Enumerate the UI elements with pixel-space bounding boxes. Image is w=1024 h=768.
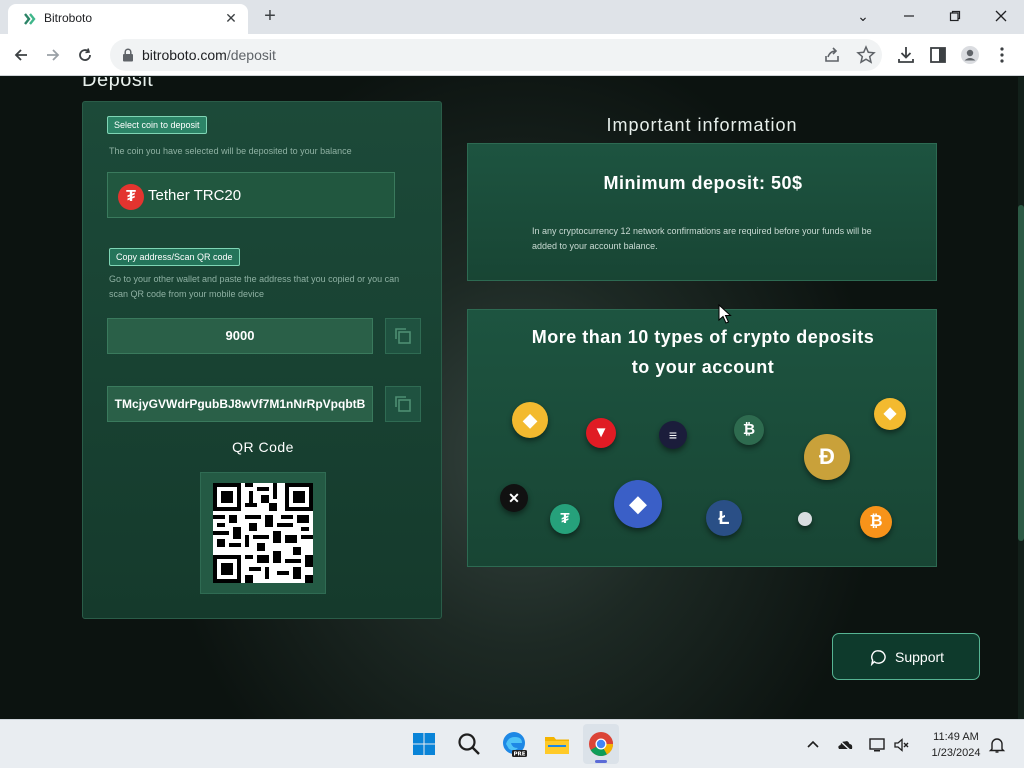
clock-time: 11:49 AM bbox=[933, 731, 979, 743]
copy-address-hint: Go to your other wallet and paste the ad… bbox=[109, 274, 400, 299]
edge-beta-icon[interactable]: PRE bbox=[500, 730, 528, 758]
solana-coin-icon: ≡ bbox=[659, 421, 687, 449]
tray-chevron-up-icon[interactable] bbox=[804, 736, 822, 754]
active-app-indicator bbox=[595, 760, 607, 763]
url-text: bitroboto.com/deposit bbox=[142, 47, 276, 63]
page-scrollbar[interactable] bbox=[1018, 77, 1024, 719]
chat-bubble-icon bbox=[870, 650, 886, 666]
system-clock[interactable]: 11:49 AM 1/23/2024 bbox=[918, 729, 994, 761]
crypto-types-card: More than 10 types of crypto deposits to… bbox=[467, 309, 937, 567]
forward-button[interactable] bbox=[40, 42, 66, 68]
small-grey-coin-icon bbox=[798, 512, 812, 526]
clock-date: 1/23/2024 bbox=[931, 747, 981, 759]
back-arrow-icon bbox=[14, 49, 27, 61]
coin-select-dropdown[interactable]: ₮ Tether TRC20 bbox=[107, 172, 395, 218]
browser-toolbar: bitroboto.com/deposit bbox=[0, 34, 1024, 76]
selected-coin-name: Tether TRC20 bbox=[148, 187, 242, 204]
xrp-coin-icon: ✕ bbox=[500, 484, 528, 512]
qr-code-title: QR Code bbox=[232, 439, 294, 455]
svg-text:PRE: PRE bbox=[513, 752, 525, 758]
tether-coin-icon: ₮ bbox=[550, 504, 580, 534]
browser-menu-icon[interactable] bbox=[992, 45, 1012, 65]
notification-bell-icon[interactable] bbox=[988, 736, 1006, 754]
bitcoin-orange-coin-icon: ₿ bbox=[860, 506, 892, 538]
browser-tab-bar: Bitroboto ✕ + ⌄ bbox=[0, 0, 1024, 34]
address-bar[interactable]: bitroboto.com/deposit bbox=[110, 39, 882, 71]
page-title: Deposit bbox=[82, 77, 154, 91]
select-coin-hint: The coin you have selected will be depos… bbox=[109, 146, 352, 156]
support-button[interactable]: Support bbox=[832, 633, 980, 680]
url-path: /deposit bbox=[226, 47, 276, 63]
close-window-button[interactable] bbox=[978, 2, 1024, 30]
qr-code-image[interactable] bbox=[213, 483, 313, 583]
windows-taskbar: PRE 11:49 AM 1/23/2024 bbox=[0, 719, 1024, 768]
bnb-coin-icon: ◆ bbox=[512, 402, 548, 438]
tether-logo-icon: ₮ bbox=[118, 184, 144, 210]
profile-avatar-icon[interactable] bbox=[960, 45, 980, 65]
new-tab-button[interactable]: + bbox=[258, 4, 282, 28]
browser-tab-bitroboto[interactable]: Bitroboto ✕ bbox=[8, 4, 248, 34]
copy-address-label: Copy address/Scan QR code bbox=[109, 248, 240, 266]
mouse-cursor-icon bbox=[718, 304, 732, 324]
page-viewport: Deposit Select coin to deposit The coin … bbox=[0, 77, 1024, 719]
bitcoin-green-coin-icon: ₿ bbox=[734, 415, 764, 445]
deposit-form-panel: Select coin to deposit The coin you have… bbox=[82, 101, 442, 619]
deposit-amount-field[interactable]: 9000 bbox=[107, 318, 373, 354]
download-icon[interactable] bbox=[896, 45, 916, 65]
side-panel-icon[interactable] bbox=[928, 45, 948, 65]
minimum-deposit-text: Minimum deposit: 50$ bbox=[603, 173, 803, 193]
crypto-types-title: More than 10 types of crypto deposits to… bbox=[531, 327, 875, 377]
lock-icon bbox=[123, 48, 133, 62]
minimize-window-button[interactable] bbox=[886, 2, 932, 30]
file-explorer-icon[interactable] bbox=[543, 730, 571, 758]
support-label: Support bbox=[895, 649, 945, 665]
litecoin-icon: Ł bbox=[706, 500, 742, 536]
copy-icon bbox=[395, 328, 411, 344]
tron-coin-icon: ▼ bbox=[586, 418, 616, 448]
select-coin-label: Select coin to deposit bbox=[107, 116, 207, 134]
forward-arrow-icon bbox=[47, 49, 60, 61]
wallet-address-field[interactable]: TMcjyGVWdrPgubBJ8wVf7M1nNrRpVpqbtB bbox=[107, 386, 373, 422]
qr-code-container bbox=[200, 472, 326, 594]
important-info-title: Important information bbox=[606, 115, 798, 135]
copy-amount-button[interactable] bbox=[385, 318, 421, 354]
search-icon[interactable] bbox=[455, 730, 483, 758]
ethereum-coin-icon: ◆ bbox=[614, 480, 662, 528]
network-monitor-icon[interactable] bbox=[868, 736, 886, 754]
minimum-deposit-card: Minimum deposit: 50$ In any cryptocurren… bbox=[467, 143, 937, 281]
windows-start-icon[interactable] bbox=[410, 730, 438, 758]
share-icon[interactable] bbox=[822, 45, 842, 65]
reload-icon bbox=[79, 48, 91, 61]
tab-title: Bitroboto bbox=[44, 11, 93, 25]
tab-close-icon[interactable]: ✕ bbox=[222, 9, 240, 27]
copy-address-button[interactable] bbox=[385, 386, 421, 422]
bookmark-star-icon[interactable] bbox=[856, 45, 876, 65]
tab-search-chevron-icon[interactable]: ⌄ bbox=[840, 2, 886, 30]
bitroboto-favicon-icon bbox=[24, 13, 36, 25]
onedrive-cloud-icon[interactable] bbox=[836, 736, 854, 754]
bnb-small-coin-icon: ◆ bbox=[874, 398, 906, 430]
dogecoin-icon: Ð bbox=[804, 434, 850, 480]
confirmations-text: In any cryptocurrency 12 network confirm… bbox=[532, 226, 872, 251]
chrome-icon bbox=[589, 732, 613, 757]
volume-muted-icon[interactable] bbox=[893, 736, 911, 754]
reload-button[interactable] bbox=[72, 42, 98, 68]
scrollbar-thumb[interactable] bbox=[1018, 205, 1024, 541]
chrome-taskbar-active[interactable] bbox=[583, 724, 619, 764]
restore-window-button[interactable] bbox=[932, 2, 978, 30]
url-host: bitroboto.com bbox=[142, 47, 227, 63]
back-button[interactable] bbox=[8, 42, 34, 68]
copy-icon bbox=[395, 396, 411, 412]
